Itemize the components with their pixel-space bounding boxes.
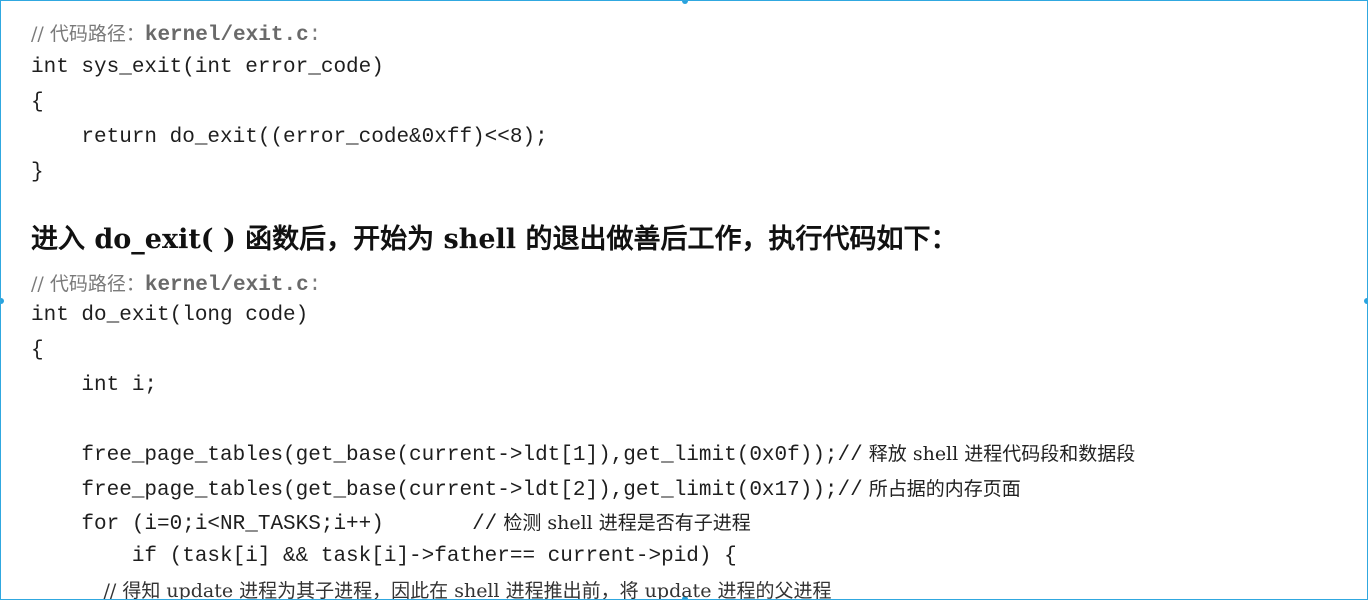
document-page: // 代码路径：kernel/exit.c: int sys_exit(int …: [0, 0, 1368, 600]
code-line: free_page_tables(get_base(current->ldt[1…: [31, 443, 1136, 467]
prose-paragraph: 进入 do_exit( ) 函数后，开始为 shell 的退出做善后工作，执行代…: [31, 224, 958, 255]
code-path-comment-2: // 代码路径：kernel/exit.c:: [31, 273, 322, 297]
resize-handle-left[interactable]: [1, 298, 4, 304]
code-line: }: [31, 161, 44, 184]
code-line: int sys_exit(int error_code): [31, 56, 384, 79]
code-line: {: [31, 339, 44, 362]
code-line: free_page_tables(get_base(current->ldt[2…: [31, 478, 1021, 502]
code-line: return do_exit((error_code&0xff)<<8);: [31, 126, 548, 149]
code-line: if (task[i] && task[i]->father== current…: [31, 545, 737, 568]
resize-handle-right[interactable]: [1364, 298, 1367, 304]
code-line: int do_exit(long code): [31, 304, 309, 327]
resize-handle-top[interactable]: [682, 1, 688, 4]
code-line: int i;: [31, 374, 158, 397]
code-path-comment-1: // 代码路径：kernel/exit.c:: [31, 23, 322, 47]
code-line: // 得知 update 进程为其子进程，因此在 shell 进程推出前，将 u…: [31, 580, 832, 600]
code-line: for (i=0;i<NR_TASKS;i++) // 检测 shell 进程是…: [31, 512, 751, 536]
code-line: {: [31, 91, 44, 114]
